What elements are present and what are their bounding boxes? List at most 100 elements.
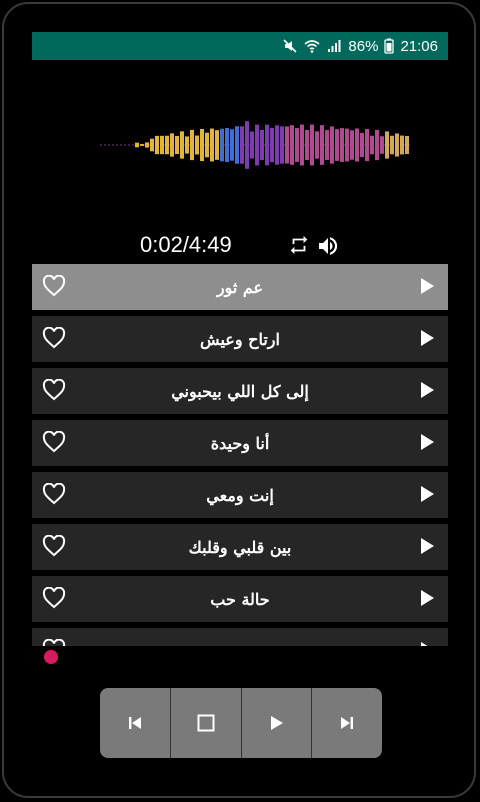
visualizer-bar bbox=[245, 145, 249, 169]
visualizer-bar bbox=[345, 145, 349, 162]
heart-outline-icon[interactable] bbox=[42, 483, 66, 505]
play-icon[interactable] bbox=[421, 278, 434, 294]
song-title: عم ثور bbox=[216, 277, 264, 297]
visualizer-bar bbox=[250, 145, 254, 159]
visualizer-bar bbox=[220, 145, 224, 162]
heart-outline-icon[interactable] bbox=[42, 275, 66, 297]
play-icon[interactable] bbox=[421, 486, 434, 502]
visualizer-bar bbox=[345, 128, 349, 145]
volume-icon[interactable] bbox=[316, 234, 340, 258]
player-options bbox=[288, 234, 340, 258]
visualizer-bar bbox=[300, 124, 304, 145]
signal-icon bbox=[328, 40, 341, 52]
visualizer-bar bbox=[195, 145, 199, 155]
play-icon[interactable] bbox=[421, 642, 434, 646]
play-icon[interactable] bbox=[421, 434, 434, 450]
visualizer-bar bbox=[225, 127, 229, 145]
play-icon[interactable] bbox=[421, 382, 434, 398]
visualizer-bar bbox=[385, 145, 389, 159]
visualizer-bar bbox=[250, 131, 254, 145]
heart-outline-icon[interactable] bbox=[42, 431, 66, 453]
visualizer-bar bbox=[390, 135, 394, 145]
song-row[interactable]: عم ثور bbox=[32, 264, 448, 310]
visualizer-bar bbox=[395, 133, 399, 145]
visualizer-bar bbox=[155, 145, 159, 155]
visualizer-bar bbox=[365, 145, 369, 162]
time-display: 0:02/4:49 bbox=[140, 232, 232, 257]
heart-outline-icon[interactable] bbox=[42, 379, 66, 401]
visualizer-bar bbox=[140, 145, 144, 146]
visualizer-bar bbox=[335, 129, 339, 145]
heart-outline-icon[interactable] bbox=[42, 639, 66, 646]
play-icon[interactable] bbox=[421, 330, 434, 346]
next-button[interactable] bbox=[312, 688, 382, 758]
visualizer-bar bbox=[260, 129, 264, 145]
visualizer-bar bbox=[235, 126, 239, 145]
song-row[interactable]: بين قلبي وقلبك bbox=[32, 524, 448, 570]
previous-button[interactable] bbox=[100, 688, 171, 758]
heart-outline-icon[interactable] bbox=[42, 587, 66, 609]
visualizer-bar bbox=[140, 144, 144, 145]
play-icon[interactable] bbox=[421, 538, 434, 554]
play-button[interactable] bbox=[242, 688, 313, 758]
visualizer-bar bbox=[275, 145, 279, 165]
song-row[interactable]: إلى كل اللي بيحبوني bbox=[32, 368, 448, 414]
visualizer-bar bbox=[275, 125, 279, 145]
visualizer-bar bbox=[205, 132, 209, 145]
visualizer-bar bbox=[220, 128, 224, 145]
visualizer-bar bbox=[320, 145, 324, 165]
song-list[interactable]: عم ثور ارتاح وعيش إلى كل اللي بيحبوني أن… bbox=[32, 264, 448, 646]
visualizer-bar bbox=[175, 135, 179, 145]
visualizer-bar bbox=[145, 145, 149, 148]
visualizer-bar bbox=[280, 126, 284, 145]
scroll-indicator-dot bbox=[44, 650, 58, 664]
visualizer-bar bbox=[150, 138, 154, 145]
visualizer-bar bbox=[160, 135, 164, 145]
visualizer-bar bbox=[360, 145, 364, 158]
visualizer-bar bbox=[355, 128, 359, 145]
visualizer-bar bbox=[205, 145, 209, 158]
visualizer-bar bbox=[145, 142, 149, 145]
visualizer-bar bbox=[390, 145, 394, 155]
song-row[interactable]: حالة حب bbox=[32, 576, 448, 622]
repeat-icon[interactable] bbox=[288, 234, 310, 256]
visualizer-bar bbox=[350, 130, 354, 145]
wifi-icon bbox=[304, 40, 320, 53]
visualizer-bar bbox=[225, 145, 229, 163]
play-icon bbox=[271, 716, 284, 730]
visualizer-bar bbox=[180, 145, 184, 159]
visualizer-bar bbox=[240, 145, 244, 164]
song-title: إلى كل اللي بيحبوني bbox=[171, 381, 309, 401]
stop-button[interactable] bbox=[171, 688, 242, 758]
visualizer-bar bbox=[290, 125, 294, 145]
song-row[interactable]: أنا وحيدة bbox=[32, 420, 448, 466]
visualizer-bar bbox=[370, 145, 374, 155]
visualizer-bar bbox=[280, 145, 284, 164]
song-title: ارتاح وعيش bbox=[200, 329, 280, 349]
visualizer-bar bbox=[400, 145, 404, 155]
visualizer-bar bbox=[135, 142, 139, 145]
visualizer-bar bbox=[215, 145, 219, 160]
song-row[interactable]: ارتاح وعيش bbox=[32, 316, 448, 362]
visualizer-bar bbox=[295, 145, 299, 162]
visualizer-bar bbox=[395, 145, 399, 157]
heart-outline-icon[interactable] bbox=[42, 327, 66, 349]
visualizer-bar bbox=[305, 145, 309, 160]
visualizer-bar bbox=[355, 145, 359, 162]
visualizer-bar bbox=[375, 145, 379, 161]
visualizer-bar bbox=[405, 135, 409, 145]
skip-previous-icon bbox=[128, 717, 141, 729]
play-icon[interactable] bbox=[421, 590, 434, 606]
skip-next-icon bbox=[341, 717, 354, 729]
song-title: أنا وحيدة bbox=[210, 433, 270, 453]
heart-outline-icon[interactable] bbox=[42, 535, 66, 557]
battery-icon bbox=[384, 38, 395, 54]
visualizer-bar bbox=[165, 135, 169, 145]
visualizer-bar bbox=[255, 145, 259, 166]
visualizer-bar bbox=[380, 136, 384, 145]
song-title: بين قلبي وقلبك bbox=[188, 537, 292, 557]
stop-icon bbox=[197, 714, 215, 732]
song-row[interactable] bbox=[32, 628, 448, 646]
clock: 21:06 bbox=[400, 37, 438, 55]
song-row[interactable]: إنت ومعي bbox=[32, 472, 448, 518]
